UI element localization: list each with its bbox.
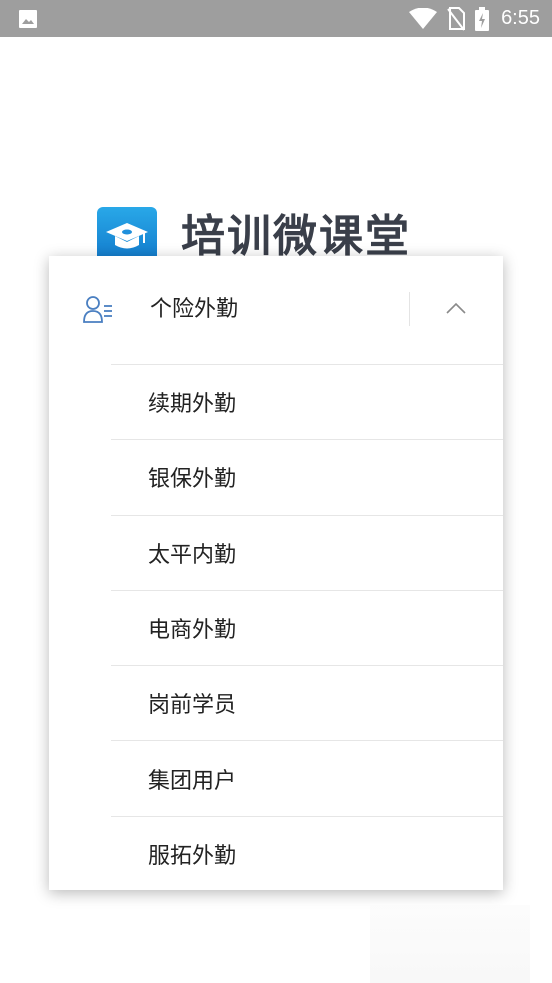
dropdown-header[interactable]: 个险外勤 [49,256,503,364]
option-item[interactable]: 电商外勤 [111,589,503,665]
status-left [18,9,38,29]
battery-charging-icon [475,6,490,31]
status-bar: 6:55 [0,0,552,37]
role-dropdown[interactable]: 个险外勤 续期外勤 银保外勤 太平内勤 电商外勤 岗前学员 集团用户 服拓外勤 [49,256,503,890]
option-item[interactable]: 续期外勤 [111,364,503,439]
dropdown-option-list: 续期外勤 银保外勤 太平内勤 电商外勤 岗前学员 集团用户 服拓外勤 [111,364,503,891]
chevron-up-icon[interactable] [445,298,467,320]
option-item[interactable]: 银保外勤 [111,439,503,514]
selected-role-label: 个险外勤 [150,297,239,322]
no-sim-icon [447,6,466,31]
background-panel [370,905,530,983]
image-icon [19,9,37,28]
status-right: 6:55 [409,6,540,31]
user-list-icon [83,296,112,323]
status-time: 6:55 [501,7,540,29]
header-divider [409,292,410,326]
option-item[interactable]: 太平内勤 [111,514,503,590]
option-item[interactable]: 集团用户 [111,740,503,815]
option-item[interactable]: 岗前学员 [111,665,503,740]
wifi-icon [409,7,438,29]
option-item[interactable]: 服拓外勤 [111,815,503,891]
